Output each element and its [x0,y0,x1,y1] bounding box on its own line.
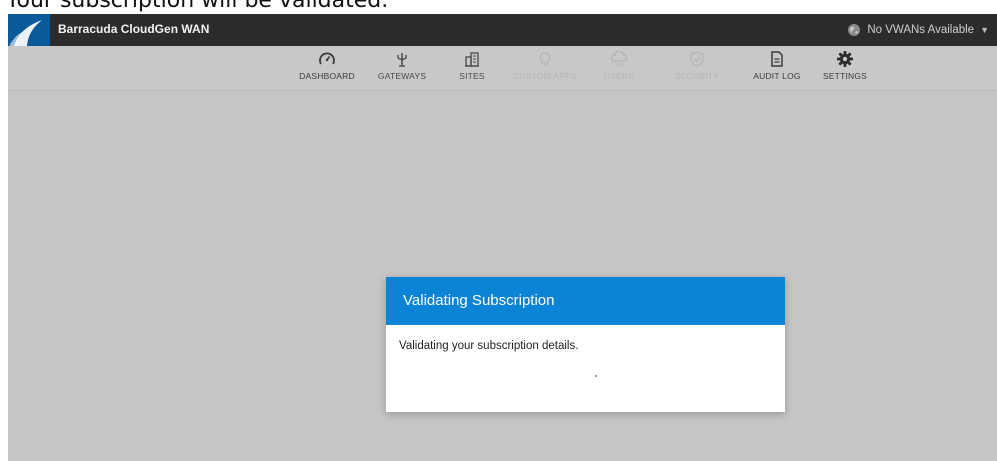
document-icon [771,51,783,67]
dialog-header: Validating Subscription [386,277,785,325]
app-title: Barracuda CloudGen WAN [58,22,210,36]
nav-settings[interactable]: SETTINGS [809,50,881,88]
nav-users[interactable]: USERS [583,50,655,88]
cloud-users-icon [610,50,628,66]
globe-icon [848,24,861,36]
building-icon [465,52,479,67]
chevron-down-icon: ▼ [980,25,989,35]
nav-gateways[interactable]: GATEWAYS [366,50,438,88]
barracuda-logo-icon[interactable] [8,14,50,46]
nav-users-label: USERS [603,71,635,81]
loading-spinner-icon [595,375,597,377]
nav-gateways-label: GATEWAYS [377,71,427,81]
antenna-icon [397,53,407,67]
top-bar: Barracuda CloudGen WAN No VWANs Availabl… [8,14,997,46]
nav-sites-label: SITES [459,71,485,81]
nav-sites[interactable]: SITES [436,50,508,88]
caption-banner: Your subscription will be validated. [0,0,997,14]
caption-text: Your subscription will be validated. [6,0,389,13]
nav-security-label: SECURITY [674,71,720,81]
nav-custom-apps-label: CUSTOM APPS [513,71,577,81]
vwan-selector-label: No VWANs Available [867,24,975,36]
nav-dashboard[interactable]: DASHBOARD [291,50,363,88]
nav-custom-apps[interactable]: CUSTOM APPS [509,50,581,88]
shield-icon [690,51,704,67]
lightbulb-icon [539,52,551,66]
app-window: Barracuda CloudGen WAN No VWANs Availabl… [8,14,997,461]
validating-subscription-dialog: Validating Subscription Validating your … [386,277,785,412]
nav-settings-label: SETTINGS [822,71,868,81]
nav-audit-log-label: AUDIT LOG [753,71,801,81]
nav-dashboard-label: DASHBOARD [299,71,355,81]
vwan-selector[interactable]: No VWANs Available ▼ [847,20,989,40]
dialog-title: Validating Subscription [403,292,555,309]
nav-security[interactable]: SECURITY [661,50,733,88]
gauge-icon [319,52,335,65]
nav-audit-log[interactable]: AUDIT LOG [741,50,813,88]
dialog-message: Validating your subscription details. [399,340,579,352]
gear-icon [837,51,853,67]
main-navigation: DASHBOARD GATEWAYS SITES CUSTOM APPS USE… [8,46,997,91]
